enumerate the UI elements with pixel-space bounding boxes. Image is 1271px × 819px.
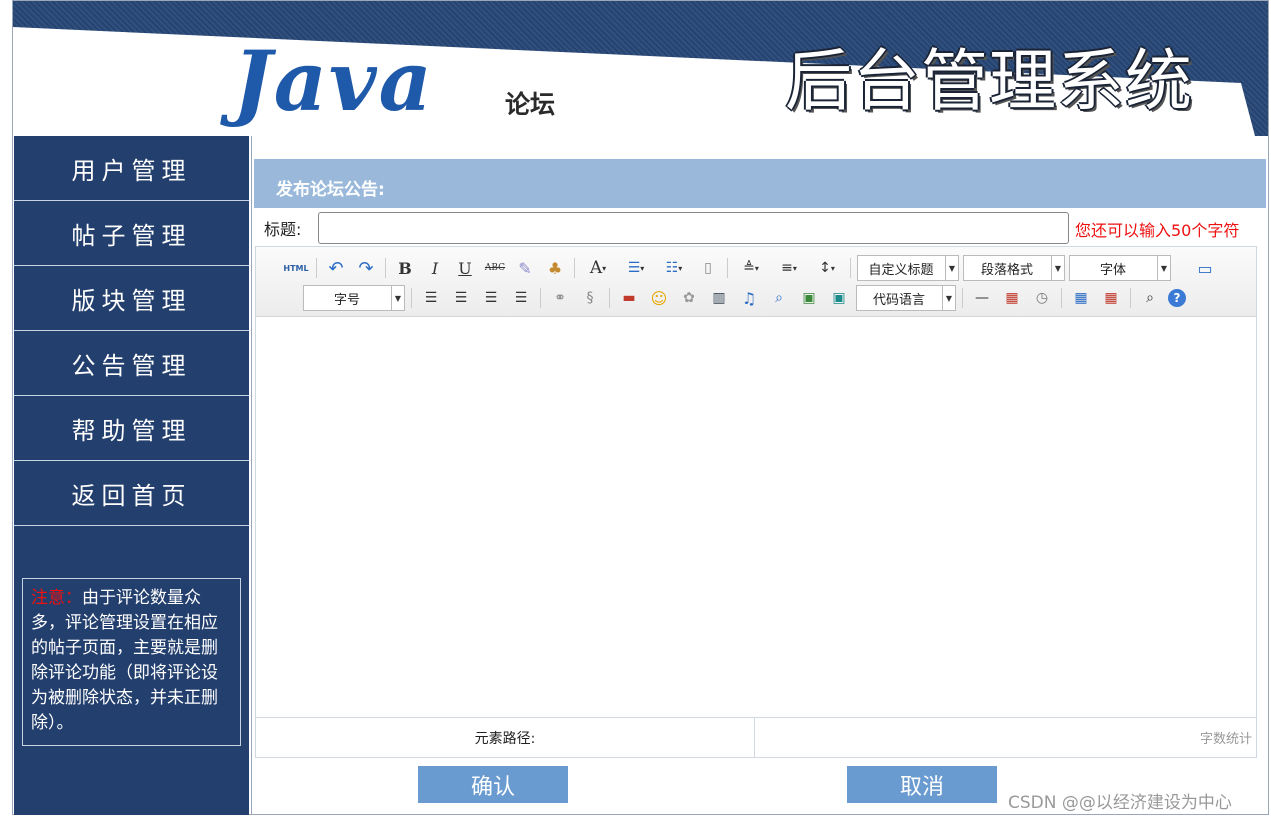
paragraph-format-select[interactable]: 段落格式 ▼ xyxy=(963,255,1065,281)
time-icon[interactable]: ◷ xyxy=(1030,286,1054,310)
emoji-icon[interactable]: ☺ xyxy=(647,286,671,310)
undo-icon[interactable]: ↶ xyxy=(324,256,348,280)
toolbar-row-1: HTML ↶ ↷ B I U ABC ✎ ♣ A ▾ ☰ ▾ ☷ ▾ ▯ ≜ ▾… xyxy=(280,254,1220,282)
main-content: 发布论坛公告: 标题: 您还可以输入50个字符 HTML ↶ ↷ B I U A… xyxy=(251,136,1268,814)
editor-status-bar: 元素路径: 字数统计 xyxy=(256,717,1256,757)
attachment-icon[interactable]: ⌕ xyxy=(767,286,791,310)
rich-text-editor: HTML ↶ ↷ B I U ABC ✎ ♣ A ▾ ☰ ▾ ☷ ▾ ▯ ≜ ▾… xyxy=(255,246,1257,758)
confirm-button[interactable]: 确认 xyxy=(418,766,568,803)
help-icon[interactable]: ? xyxy=(1168,289,1186,307)
horizontal-rule-icon[interactable]: — xyxy=(970,286,994,310)
cancel-button[interactable]: 取消 xyxy=(847,766,997,803)
unordered-list-icon[interactable]: ☷ ▾ xyxy=(658,256,690,280)
eraser-icon[interactable]: ✎ xyxy=(513,256,537,280)
clear-doc-icon[interactable]: ▯ xyxy=(696,256,720,280)
sidebar-item-boards[interactable]: 版块管理 xyxy=(14,266,249,331)
font-color-icon[interactable]: A ▾ xyxy=(582,256,614,280)
align-right-icon[interactable]: ☰ xyxy=(479,286,503,310)
scrawl-icon[interactable]: ✿ xyxy=(677,286,701,310)
paragraph-format-value: 段落格式 xyxy=(980,262,1033,278)
music-icon[interactable]: ♫ xyxy=(737,286,761,310)
font-size-value: 字号 xyxy=(333,292,360,308)
ordered-list-icon[interactable]: ☰ ▾ xyxy=(620,256,652,280)
logo: Java xyxy=(233,34,434,130)
sidebar-item-help[interactable]: 帮助管理 xyxy=(14,396,249,461)
link-icon[interactable]: ⚭ xyxy=(548,286,572,310)
title-row: 标题: 您还可以输入50个字符 xyxy=(264,212,1264,244)
code-language-value: 代码语言 xyxy=(872,292,925,308)
video-icon[interactable]: ▥ xyxy=(707,286,731,310)
map-icon[interactable]: ▣ xyxy=(827,286,851,310)
notice-prefix: 注意： xyxy=(31,588,82,608)
insert-table-icon[interactable]: ▦ xyxy=(1069,286,1093,310)
fullscreen-icon[interactable]: ▭ xyxy=(1193,256,1217,280)
sidebar-item-home[interactable]: 返回首页 xyxy=(14,461,249,526)
notice-box: 注意：由于评论数量众多，评论管理设置在相应的帖子页面，主要就是删除评论功能（即将… xyxy=(22,578,241,746)
title-input[interactable] xyxy=(318,212,1069,244)
notice-text: 由于评论数量众多，评论管理设置在相应的帖子页面，主要就是删除评论功能（即将评论设… xyxy=(31,588,218,733)
sidebar-item-posts[interactable]: 帖子管理 xyxy=(14,201,249,266)
row-spacing-top-icon[interactable]: ≜ ▾ xyxy=(735,256,767,280)
align-center-icon[interactable]: ☰ xyxy=(449,286,473,310)
italic-icon[interactable]: I xyxy=(423,256,447,280)
sidebar: 用户管理 帖子管理 版块管理 公告管理 帮助管理 返回首页 注意：由于评论数量众… xyxy=(14,136,249,815)
row-spacing-bottom-icon[interactable]: ≡ ▾ xyxy=(773,256,805,280)
code-language-select[interactable]: 代码语言 ▼ xyxy=(856,285,956,311)
underline-icon[interactable]: U xyxy=(453,256,477,280)
strikethrough-icon[interactable]: ABC xyxy=(483,256,507,280)
custom-heading-value: 自定义标题 xyxy=(868,262,934,278)
unlink-icon[interactable]: § xyxy=(578,286,602,310)
panel-title: 发布论坛公告: xyxy=(254,159,1266,208)
editor-content-area[interactable] xyxy=(256,317,1256,717)
watermark: CSDN @@以经济建设为中心 xyxy=(1008,793,1232,813)
redo-icon[interactable]: ↷ xyxy=(354,256,378,280)
sidebar-item-announcements[interactable]: 公告管理 xyxy=(14,331,249,396)
align-left-icon[interactable]: ☰ xyxy=(419,286,443,310)
system-title: 后台管理系统 xyxy=(785,42,1193,120)
custom-heading-select[interactable]: 自定义标题 ▼ xyxy=(857,255,959,281)
editor-toolbar: HTML ↶ ↷ B I U ABC ✎ ♣ A ▾ ☰ ▾ ☷ ▾ ▯ ≜ ▾… xyxy=(256,247,1256,317)
font-family-value: 字体 xyxy=(1099,262,1126,278)
date-icon[interactable]: ▦ xyxy=(1000,286,1024,310)
html-source-icon[interactable]: HTML xyxy=(283,256,309,280)
page-frame: Java 论坛 后台管理系统 用户管理 帖子管理 版块管理 公告管理 帮助管理 … xyxy=(12,0,1269,815)
font-family-select[interactable]: 字体 ▼ xyxy=(1069,255,1171,281)
sidebar-item-users[interactable]: 用户管理 xyxy=(14,136,249,201)
logo-subtitle: 论坛 xyxy=(505,90,556,119)
align-justify-icon[interactable]: ☰ xyxy=(509,286,533,310)
multi-image-icon[interactable]: ▣ xyxy=(797,286,821,310)
toolbar-row-2: 字号 ▼ ☰ ☰ ☰ ☰ ⚭ § ▬ ☺ ✿ ▥ ♫ ⌕ ▣ ▣ 代码语言 ▼ … xyxy=(301,284,1189,312)
title-label: 标题: xyxy=(264,220,302,239)
font-size-select[interactable]: 字号 ▼ xyxy=(303,285,405,311)
bold-icon[interactable]: B xyxy=(393,256,417,280)
search-replace-icon[interactable]: ⌕ xyxy=(1138,286,1162,310)
char-count-tip: 您还可以输入50个字符 xyxy=(1075,221,1240,240)
format-brush-icon[interactable]: ♣ xyxy=(543,256,567,280)
word-count: 字数统计 xyxy=(1199,732,1252,747)
delete-table-icon[interactable]: ▦ xyxy=(1099,286,1123,310)
header-banner: Java 论坛 后台管理系统 xyxy=(13,1,1268,136)
image-icon[interactable]: ▬ xyxy=(617,286,641,310)
line-height-icon[interactable]: ↕ ▾ xyxy=(811,256,843,280)
element-path: 元素路径: xyxy=(256,718,755,757)
